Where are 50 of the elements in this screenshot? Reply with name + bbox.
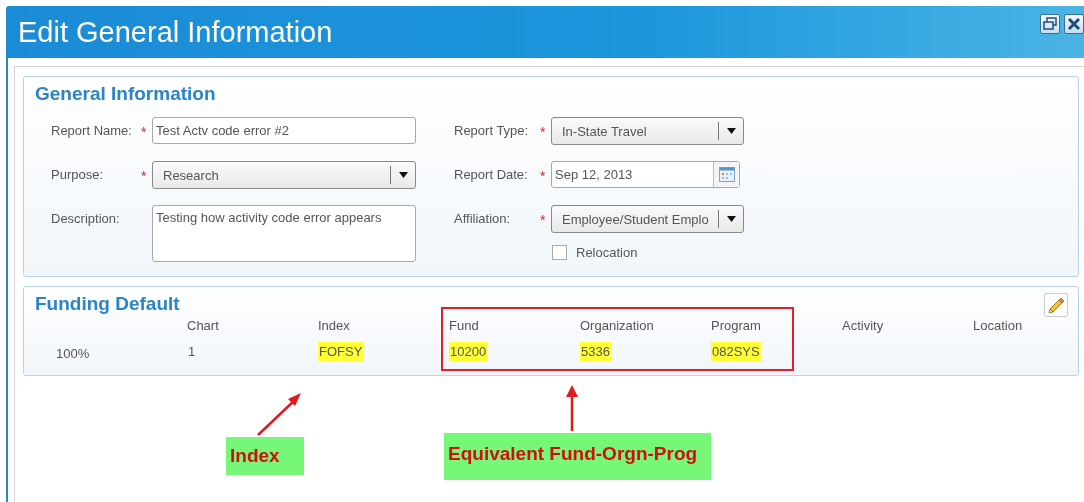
field-label: Report Date: bbox=[454, 166, 529, 184]
column-header: Index bbox=[318, 317, 351, 335]
section-heading: Funding Default bbox=[35, 293, 180, 316]
checkbox-label: Relocation bbox=[576, 245, 638, 260]
restore-button[interactable] bbox=[1040, 14, 1060, 34]
window-title: Edit General Information bbox=[18, 15, 333, 49]
callout-label: Index bbox=[226, 437, 304, 475]
description-field[interactable]: Testing how activity code error appears bbox=[152, 205, 416, 262]
close-icon bbox=[1067, 17, 1081, 31]
text-field[interactable]: Test Actv code error #2 bbox=[152, 117, 416, 144]
table-cell-text: 100% bbox=[55, 345, 91, 363]
calendar-button[interactable] bbox=[713, 162, 739, 187]
field-label: Affiliation: bbox=[454, 210, 512, 228]
caret-icon bbox=[398, 172, 408, 178]
checkbox[interactable] bbox=[552, 245, 567, 260]
callout-label: Equivalent Fund-Orgn-Prog bbox=[444, 433, 712, 480]
date-input[interactable]: Sep 12, 2013 bbox=[552, 162, 713, 187]
column-header: Organization bbox=[580, 317, 655, 335]
field-label: Purpose: bbox=[51, 166, 105, 184]
table-cell: FOFSY bbox=[318, 342, 364, 361]
restore-icon bbox=[1043, 17, 1057, 31]
column-header: Location bbox=[973, 317, 1024, 335]
dropdown[interactable]: Research bbox=[152, 161, 416, 189]
column-header: Program bbox=[711, 317, 762, 335]
field-label: Report Type: bbox=[454, 122, 530, 140]
caret-icon bbox=[726, 128, 736, 134]
field-label: Report Name: bbox=[51, 122, 133, 140]
required-mark: * bbox=[540, 123, 547, 142]
close-button[interactable] bbox=[1064, 14, 1084, 34]
table-cell-text: 1 bbox=[187, 343, 197, 361]
edit-button[interactable] bbox=[1044, 293, 1068, 317]
date-field[interactable]: Sep 12, 2013 bbox=[551, 161, 740, 188]
arrow bbox=[566, 385, 578, 433]
caret-icon bbox=[726, 216, 736, 222]
required-mark: * bbox=[141, 123, 148, 142]
dropdown[interactable]: In-State Travel bbox=[551, 117, 744, 145]
column-header: Activity bbox=[842, 317, 885, 335]
calendar-icon bbox=[718, 167, 735, 182]
table-cell: 10200 bbox=[449, 342, 488, 361]
table-cell: 082SYS bbox=[711, 342, 761, 361]
section-heading: General Information bbox=[35, 83, 217, 106]
pencil-icon bbox=[1047, 296, 1065, 314]
required-mark: * bbox=[141, 167, 148, 186]
column-header: Fund bbox=[449, 317, 480, 335]
required-mark: * bbox=[540, 211, 547, 230]
column-header: Chart bbox=[187, 317, 220, 335]
field-label: Description: bbox=[51, 210, 121, 228]
dropdown[interactable]: Employee/Student Emplo bbox=[551, 205, 744, 233]
table-cell: 5336 bbox=[580, 342, 611, 361]
required-mark: * bbox=[540, 167, 547, 186]
